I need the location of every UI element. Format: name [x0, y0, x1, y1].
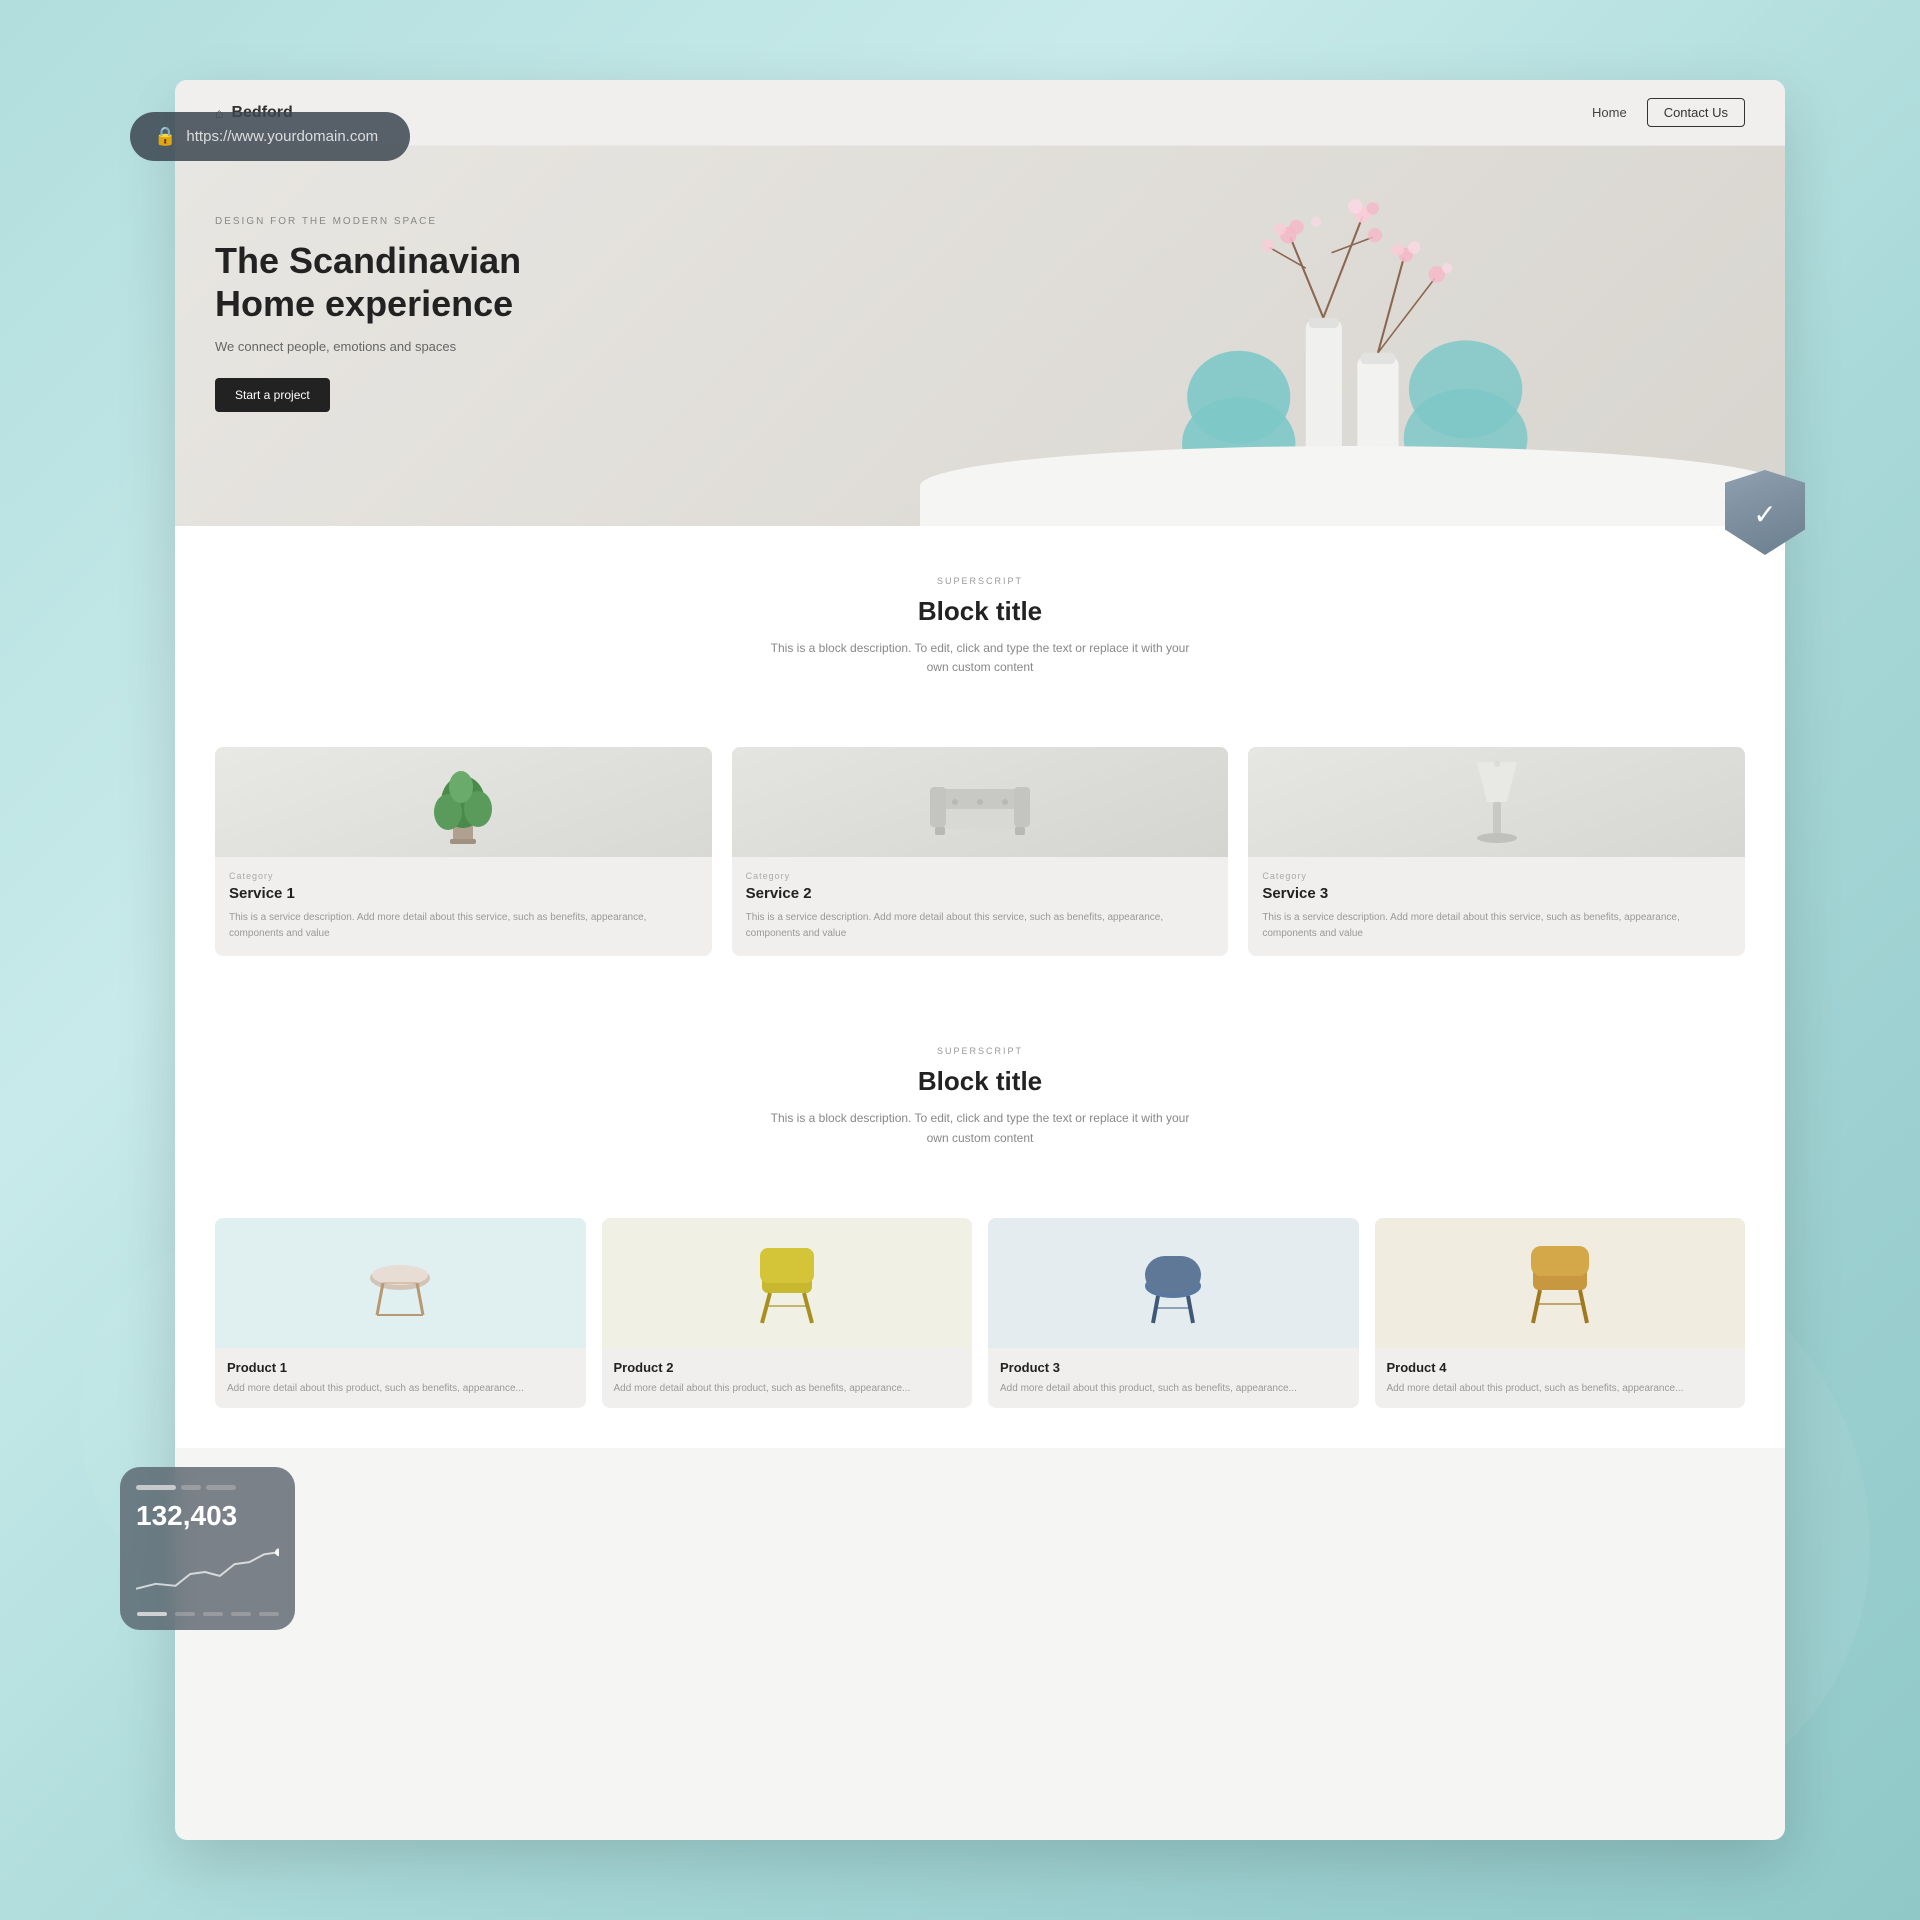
service-card-3[interactable]: Category Service 3 This is a service des… — [1248, 747, 1745, 956]
service-content-2: Category Service 2 This is a service des… — [732, 857, 1229, 956]
nav-home[interactable]: Home — [1592, 105, 1627, 120]
product-desc-4: Add more detail about this product, such… — [1387, 1381, 1734, 1396]
service-image-2 — [732, 747, 1229, 857]
service-name-3: Service 3 — [1262, 885, 1731, 902]
service-content-3: Category Service 3 This is a service des… — [1248, 857, 1745, 956]
stats-dot-3 — [203, 1612, 223, 1616]
products-grid: Product 1 Add more detail about this pro… — [175, 1218, 1785, 1448]
product-name-4: Product 4 — [1387, 1360, 1734, 1375]
service-category-1: Category — [229, 871, 698, 881]
stool-svg — [355, 1233, 445, 1333]
product-desc-2: Add more detail about this product, such… — [614, 1381, 961, 1396]
section2-title: Block title — [215, 1066, 1745, 1097]
stats-dot-4 — [231, 1612, 251, 1616]
product-content-3: Product 3 Add more detail about this pro… — [988, 1348, 1359, 1408]
product-card-1[interactable]: Product 1 Add more detail about this pro… — [215, 1218, 586, 1408]
stats-bar-row — [136, 1485, 279, 1490]
section1-superscript: SUPERSCRIPT — [215, 576, 1745, 586]
product-name-3: Product 3 — [1000, 1360, 1347, 1375]
product-card-4[interactable]: Product 4 Add more detail about this pro… — [1375, 1218, 1746, 1408]
service-card-2[interactable]: Category Service 2 This is a service des… — [732, 747, 1229, 956]
product-card-3[interactable]: Product 3 Add more detail about this pro… — [988, 1218, 1359, 1408]
stats-dot-5 — [259, 1612, 279, 1616]
stats-chart — [136, 1544, 279, 1599]
services-section: SUPERSCRIPT Block title This is a block … — [175, 526, 1785, 747]
product-image-3 — [988, 1218, 1359, 1348]
product-content-2: Product 2 Add more detail about this pro… — [602, 1348, 973, 1408]
sofa-svg — [925, 767, 1035, 837]
stats-dots — [136, 1612, 279, 1616]
hero-section: DESIGN FOR THE MODERN SPACE The Scandina… — [175, 146, 1785, 526]
content-area[interactable]: SUPERSCRIPT Block title This is a block … — [175, 526, 1785, 1448]
section1-desc: This is a block description. To edit, cl… — [770, 639, 1190, 677]
stats-number: 132,403 — [136, 1500, 279, 1532]
lock-icon: 🔒 — [154, 126, 176, 147]
service-image-3 — [1248, 747, 1745, 857]
service-category-3: Category — [1262, 871, 1731, 881]
stats-widget: 132,403 — [120, 1467, 295, 1630]
product-image-4 — [1375, 1218, 1746, 1348]
service-desc-1: This is a service description. Add more … — [229, 910, 698, 942]
stats-bar-1 — [181, 1485, 201, 1490]
section1-title: Block title — [215, 596, 1745, 627]
product-card-2[interactable]: Product 2 Add more detail about this pro… — [602, 1218, 973, 1408]
url-text: https://www.yourdomain.com — [186, 128, 378, 145]
section2-superscript: SUPERSCRIPT — [215, 1046, 1745, 1056]
service-category-2: Category — [746, 871, 1215, 881]
product-image-1 — [215, 1218, 586, 1348]
hero-subtitle: We connect people, emotions and spaces — [215, 339, 980, 354]
product-image-2 — [602, 1218, 973, 1348]
services-grid: Category Service 1 This is a service des… — [175, 747, 1785, 996]
browser-window: ⌂ Bedford Home Contact Us DESIGN FOR THE… — [175, 80, 1785, 1840]
service-desc-2: This is a service description. Add more … — [746, 910, 1215, 942]
hero-wave — [920, 446, 1785, 526]
hero-image — [980, 196, 1745, 526]
url-bar[interactable]: 🔒 https://www.yourdomain.com — [130, 112, 410, 161]
hero-content: DESIGN FOR THE MODERN SPACE The Scandina… — [215, 196, 980, 412]
stats-bar-2 — [206, 1485, 236, 1490]
section2-desc: This is a block description. To edit, cl… — [770, 1109, 1190, 1147]
contact-us-button[interactable]: Contact Us — [1647, 98, 1745, 127]
product-name-2: Product 2 — [614, 1360, 961, 1375]
start-project-button[interactable]: Start a project — [215, 378, 330, 412]
hero-superscript: DESIGN FOR THE MODERN SPACE — [215, 216, 980, 227]
stats-bar-active — [136, 1485, 176, 1490]
checkmark-icon: ✓ — [1753, 498, 1776, 531]
lamp-svg — [1457, 752, 1537, 852]
product-content-1: Product 1 Add more detail about this pro… — [215, 1348, 586, 1408]
nav-links: Home Contact Us — [1592, 98, 1745, 127]
product-desc-1: Add more detail about this product, such… — [227, 1381, 574, 1396]
plant-svg — [423, 757, 503, 847]
product-desc-3: Add more detail about this product, such… — [1000, 1381, 1347, 1396]
chair-blue-svg — [1128, 1228, 1218, 1338]
stats-dot-1 — [137, 1612, 167, 1616]
hero-title: The Scandinavian Home experience — [215, 239, 535, 325]
service-desc-3: This is a service description. Add more … — [1262, 910, 1731, 942]
service-content-1: Category Service 1 This is a service des… — [215, 857, 712, 956]
navigation: ⌂ Bedford Home Contact Us — [175, 80, 1785, 146]
products-section-header: SUPERSCRIPT Block title This is a block … — [175, 996, 1785, 1217]
service-image-1 — [215, 747, 712, 857]
chair-yellow-svg — [742, 1228, 832, 1338]
service-name-2: Service 2 — [746, 885, 1215, 902]
service-card-1[interactable]: Category Service 1 This is a service des… — [215, 747, 712, 956]
chair-tan-svg — [1515, 1228, 1605, 1338]
product-name-1: Product 1 — [227, 1360, 574, 1375]
stats-dot-2 — [175, 1612, 195, 1616]
service-name-1: Service 1 — [229, 885, 698, 902]
product-content-4: Product 4 Add more detail about this pro… — [1375, 1348, 1746, 1408]
